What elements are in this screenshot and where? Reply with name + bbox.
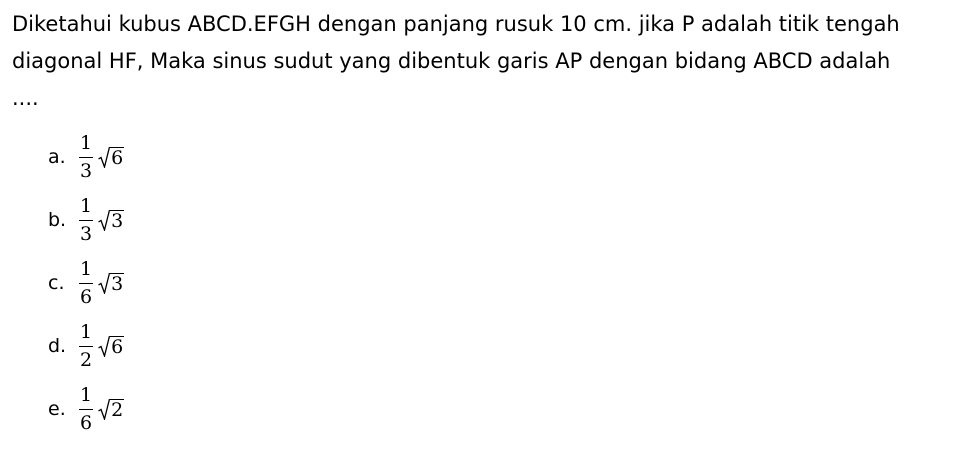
fraction-bar	[79, 156, 94, 158]
fraction-denominator: 6	[80, 411, 93, 434]
option-letter: c.	[48, 271, 65, 294]
square-root: 6	[98, 146, 125, 169]
fraction-denominator: 2	[80, 348, 93, 371]
fraction: 1 3	[78, 132, 94, 182]
radical-sign-icon	[98, 398, 111, 420]
fraction: 1 3	[78, 195, 94, 245]
option-b[interactable]: b. 1 3 3	[48, 188, 125, 251]
option-letter: e.	[48, 397, 66, 420]
fraction: 1 2	[78, 321, 94, 371]
question-line-3: ....	[12, 86, 39, 110]
radical-sign-icon	[98, 209, 111, 231]
question-text: Diketahui kubus ABCD.EFGH dengan panjang…	[12, 6, 957, 117]
option-e[interactable]: e. 1 6 2	[48, 377, 125, 440]
option-letter: a.	[48, 145, 66, 168]
fraction-numerator: 1	[80, 383, 93, 406]
fraction-bar	[79, 408, 94, 410]
fraction-numerator: 1	[80, 257, 93, 280]
fraction-bar	[79, 282, 94, 284]
fraction: 1 6	[78, 258, 94, 308]
option-c[interactable]: c. 1 6 3	[48, 251, 125, 314]
fraction-numerator: 1	[80, 131, 93, 154]
fraction-bar	[79, 345, 94, 347]
fraction: 1 6	[78, 384, 94, 434]
radicand: 3	[110, 209, 125, 232]
radical-sign-icon	[98, 146, 111, 168]
option-letter: b.	[48, 208, 67, 231]
fraction-denominator: 6	[80, 285, 93, 308]
square-root: 6	[98, 335, 125, 358]
radicand: 2	[110, 398, 125, 421]
square-root: 3	[98, 272, 125, 295]
question-line-2: diagonal HF, Maka sinus sudut yang diben…	[12, 49, 891, 73]
radicand: 6	[110, 335, 125, 358]
fraction-numerator: 1	[80, 320, 93, 343]
option-letter: d.	[48, 334, 67, 357]
question-line-1: Diketahui kubus ABCD.EFGH dengan panjang…	[12, 12, 900, 36]
radicand: 6	[110, 146, 125, 169]
radical-sign-icon	[98, 272, 111, 294]
option-a[interactable]: a. 1 3 6	[48, 125, 125, 188]
fraction-numerator: 1	[80, 194, 93, 217]
fraction-denominator: 3	[80, 222, 93, 245]
square-root: 2	[98, 398, 125, 421]
answer-options: a. 1 3 6 b. 1 3 3 c. 1 6 3 d. 1 2 6 e. 1…	[48, 125, 125, 440]
radical-sign-icon	[98, 335, 111, 357]
radicand: 3	[110, 272, 125, 295]
square-root: 3	[98, 209, 125, 232]
fraction-bar	[79, 219, 94, 221]
fraction-denominator: 3	[80, 159, 93, 182]
option-d[interactable]: d. 1 2 6	[48, 314, 125, 377]
